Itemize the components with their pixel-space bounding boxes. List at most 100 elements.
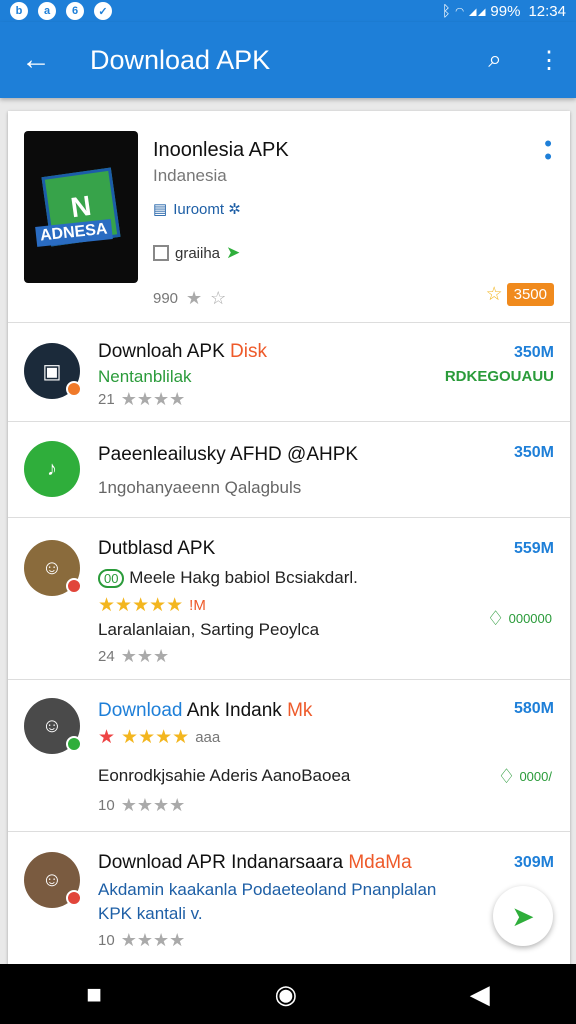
notification-icon: 6 — [66, 2, 84, 20]
list-item[interactable]: ♪ Paeenleailusky AFHD @AHPK 350M 1ngohan… — [8, 422, 570, 518]
item-title: Downloah APK Disk — [98, 341, 267, 363]
app-logo: N ADNESA — [24, 131, 138, 283]
item-menu-icon[interactable]: • • — [544, 132, 552, 168]
item-subtitle: Eonrodkjsahie Aderis AanoBaoea — [98, 766, 351, 785]
overflow-menu-icon[interactable]: ⋮ — [522, 46, 576, 75]
app-bar: ← Download APK ⌕ ⋮ — [0, 22, 576, 98]
leaf-icon: ➤ — [226, 243, 241, 262]
download-icon[interactable]: ♢ 000000 — [487, 606, 552, 631]
system-navigation-bar: ■ ◉ ◀ — [0, 964, 576, 1024]
download-glyph: ♢ — [497, 766, 516, 788]
price-badge: 3500 — [506, 283, 554, 306]
logo-label: ADNESA — [35, 219, 113, 247]
star-icon: ★★★★ — [121, 727, 190, 748]
item-title-accent: Mk — [287, 700, 313, 721]
item-description: 00 Meele Hakg babiol Bcsiakdarl. — [98, 568, 358, 588]
signal-battery-text: ᛒ ◠ ◢◢ 99% — [441, 2, 521, 20]
item-developer: Nentanblilak — [98, 367, 192, 386]
list-item[interactable]: ▣ Downloah APK Disk 350M Nentanblilak RD… — [8, 323, 570, 422]
download-icon[interactable]: ♢ 0000/ — [498, 764, 552, 789]
rating-count: 10 — [98, 932, 115, 949]
rating-count: 21 — [98, 391, 115, 408]
item-stars-label: aaa — [195, 729, 221, 746]
item-title-text: Downloah APK — [98, 341, 225, 362]
featured-category: ▤ Iuroomt ✲ — [153, 200, 241, 218]
download-glyph: ♢ — [486, 608, 505, 630]
item-stars-tag: !M — [189, 597, 206, 614]
download-label: 0000/ — [519, 769, 552, 784]
status-notification-icons: b a 6 ✓ — [10, 2, 112, 20]
status-system-icons: ᛒ ◠ ◢◢ 99% 12:34 — [442, 3, 566, 20]
notification-icon: a — [38, 2, 56, 20]
item-stars: ★★★★★ !M — [98, 594, 206, 617]
item-size: 309M — [513, 854, 554, 871]
rating-count: 24 — [98, 648, 115, 665]
featured-rating: 990 ★ ☆ — [153, 288, 226, 309]
list-item[interactable]: ☺ Download Ank Indank Mk 580M ★ ★★★★ aaa… — [8, 680, 570, 832]
featured-badge: ☆ 3500 — [486, 283, 554, 306]
app-avatar: ☺ — [24, 698, 82, 754]
list-item[interactable]: ☺ Dutblasd APK 559M 00 Meele Hakg babiol… — [8, 518, 570, 680]
item-size: 559M — [513, 540, 554, 557]
item-tag: RDKEGOUAUU — [444, 368, 554, 385]
star-icon: ★★★★ — [120, 930, 186, 950]
item-title-text: Download — [98, 700, 183, 721]
star-icon: ★★★★★ — [98, 595, 184, 616]
item-rating: 10 ★★★★ — [98, 795, 185, 816]
download-fab-icon[interactable]: ➤ — [493, 886, 553, 946]
item-badge: 00 — [98, 569, 125, 588]
page-title: Download APK — [90, 44, 271, 75]
back-arrow-icon[interactable]: ← — [0, 43, 72, 77]
star-icon: ★ — [98, 727, 116, 748]
item-title-rest: Ank Indank — [186, 700, 282, 721]
list-item[interactable]: ☺ Download APR Indanarsaara MdaMa 309M A… — [8, 832, 570, 966]
item-rating: 21 ★★★★ — [98, 389, 185, 410]
back-nav-icon[interactable]: ◀ — [470, 979, 490, 1010]
home-icon[interactable]: ◉ — [275, 979, 298, 1010]
checkbox-icon[interactable] — [153, 245, 169, 261]
item-rating: 24 ★★★ — [98, 646, 169, 667]
item-stars: ★ ★★★★ aaa — [98, 726, 220, 749]
star-icon: ★★★ — [120, 646, 170, 666]
item-title: Download APR Indanarsaara MdaMa — [98, 852, 412, 874]
item-title: Download Ank Indank Mk — [98, 700, 312, 722]
app-avatar: ☺ — [24, 540, 82, 596]
featured-tag-label: graiiha — [175, 244, 221, 262]
rating-count: 10 — [98, 797, 115, 814]
item-size: 350M — [513, 444, 554, 461]
star-icon: ★★★★ — [120, 795, 186, 815]
featured-category-label: Iuroomt ✲ — [173, 201, 241, 218]
item-title-accent: MdaMa — [348, 852, 412, 873]
app-avatar: ☺ — [24, 852, 82, 908]
document-icon: ▤ — [153, 201, 168, 218]
clock: 12:34 — [528, 2, 566, 20]
item-title: Paeenleailusky AFHD @AHPK — [98, 444, 359, 465]
recent-apps-icon[interactable]: ■ — [86, 979, 102, 1010]
item-subtitle: Laralanlaian, Sarting Peoylca — [98, 620, 320, 639]
notification-icon: b — [10, 2, 28, 20]
featured-tag: graiiha ➤ — [153, 243, 240, 263]
status-bar: b a 6 ✓ ᛒ ◠ ◢◢ 99% 12:34 — [0, 0, 576, 22]
star-icon: ★ — [186, 288, 203, 308]
item-title: Dutblasd APK — [98, 538, 216, 559]
star-outline-icon: ☆ — [485, 284, 503, 305]
item-size: 350M — [513, 344, 554, 361]
star-icon: ★★★★ — [120, 389, 186, 409]
star-icon: ☆ — [210, 288, 227, 308]
app-list-card: N ADNESA Inoonlesia APK Indanesia ▤ Iuro… — [8, 111, 570, 967]
featured-app[interactable]: N ADNESA Inoonlesia APK Indanesia ▤ Iuro… — [8, 111, 570, 323]
item-title-accent: Disk — [230, 341, 267, 362]
notification-icon: ✓ — [94, 2, 112, 20]
item-rating: 10 ★★★★ — [98, 930, 185, 951]
search-icon[interactable]: ⌕ — [468, 46, 522, 74]
item-description: Akdamin kaakanla Podaeteoland Pnanplalan — [98, 880, 437, 899]
rating-count: 990 — [153, 290, 179, 307]
item-description-2: KPK kantali v. — [98, 904, 203, 923]
item-subtitle: 1ngohanyaeenn Qalagbuls — [98, 478, 302, 497]
app-avatar: ▣ — [24, 343, 82, 399]
featured-subtitle: Indanesia — [153, 166, 227, 185]
item-title-text: Download APR Indanarsaara — [98, 852, 344, 873]
item-description-text: Meele Hakg babiol Bcsiakdarl. — [129, 568, 358, 587]
download-label: 000000 — [508, 611, 552, 626]
featured-title: Inoonlesia APK — [153, 139, 289, 161]
